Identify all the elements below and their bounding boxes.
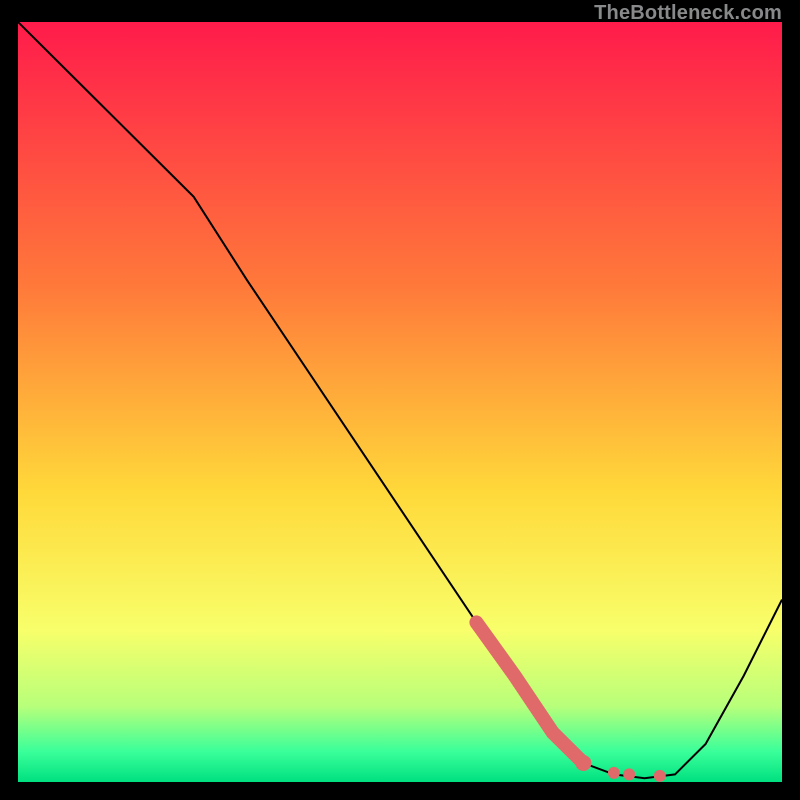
- highlight-dot: [654, 770, 666, 782]
- highlight-dot: [608, 767, 620, 779]
- watermark-text: TheBottleneck.com: [594, 2, 782, 25]
- bottleneck-chart: [18, 22, 782, 782]
- chart-frame: [18, 22, 782, 782]
- highlight-dot: [623, 768, 635, 780]
- highlight-dot: [575, 755, 591, 771]
